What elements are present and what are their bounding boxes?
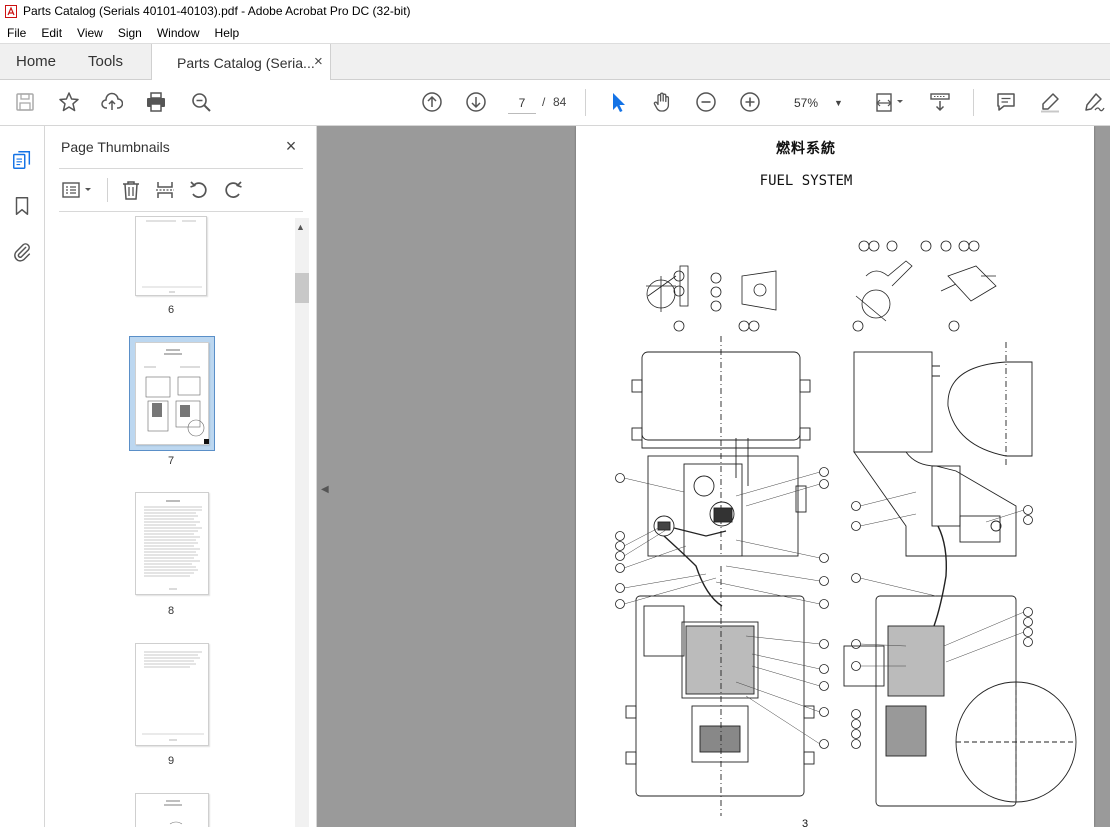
menu-view[interactable]: View [69, 26, 110, 40]
next-page-icon[interactable] [464, 90, 488, 114]
hand-icon[interactable] [650, 90, 674, 114]
rotate-left-icon[interactable] [187, 178, 211, 202]
toolbar-divider [973, 89, 974, 116]
left-rail [0, 126, 45, 827]
window-title: Parts Catalog (Serials 40101-40103).pdf … [23, 4, 411, 18]
scrollbar-track[interactable] [295, 218, 309, 827]
thumbnail-label: 8 [167, 605, 175, 617]
highlight-icon[interactable] [1038, 90, 1062, 114]
zoom-select[interactable]: 57% ▼ [785, 91, 851, 114]
thumbnail-scrollbar[interactable]: ▲ [295, 218, 309, 827]
thumbnail-page-8[interactable] [135, 492, 209, 595]
print-icon[interactable] [144, 90, 168, 114]
title-bar: Parts Catalog (Serials 40101-40103).pdf … [0, 0, 1110, 22]
zoom-search-icon[interactable] [189, 90, 213, 114]
thumbnail-page-10[interactable] [135, 793, 209, 827]
thumbnail-preview [142, 651, 204, 741]
page-number-footer: 3 [802, 818, 809, 827]
toolbar-divider [585, 89, 586, 116]
thumbnail-page-7[interactable] [135, 342, 209, 445]
prev-page-icon[interactable] [420, 90, 444, 114]
tab-document[interactable]: Parts Catalog (Seria... × [151, 44, 331, 81]
main-toolbar: / 84 57% ▼ [0, 80, 1110, 126]
split-page-icon[interactable] [153, 178, 177, 202]
bookmarks-icon[interactable] [10, 194, 34, 218]
page-thumbnails-icon[interactable] [10, 148, 34, 172]
tab-document-label: Parts Catalog (Seria... [177, 55, 315, 71]
upload-icon[interactable] [100, 90, 124, 114]
fuel-system-diagram [615, 240, 1077, 816]
tab-tools[interactable]: Tools [88, 53, 123, 70]
thumbnail-preview [142, 220, 202, 293]
thumbnail-preview [144, 500, 202, 590]
attachments-icon[interactable] [10, 240, 34, 264]
tab-bar: Home Tools Parts Catalog (Seria... × [0, 43, 1110, 81]
thumbnail-label: 9 [167, 755, 175, 767]
page-separator: / [542, 95, 546, 109]
comment-icon[interactable] [994, 90, 1018, 114]
thumbnail-label: 7 [167, 455, 175, 467]
document-viewport[interactable]: ◀ 燃料系統 FUEL SYSTEM 3 [317, 126, 1110, 827]
thumbnails-panel: Page Thumbnails × 6 7 8 9 ▲ [45, 126, 317, 827]
save-icon[interactable] [13, 90, 37, 114]
tab-close-button[interactable]: × [314, 53, 323, 70]
zoom-out-icon[interactable] [694, 90, 718, 114]
page-fit-icon[interactable] [873, 90, 907, 114]
bookmark-star-icon[interactable] [57, 90, 81, 114]
select-cursor-icon[interactable] [606, 90, 630, 114]
menu-window[interactable]: Window [149, 26, 207, 40]
menu-file[interactable]: File [0, 26, 33, 40]
delete-page-icon[interactable] [119, 178, 143, 202]
thumbnail-preview [164, 800, 183, 825]
panel-toolbar-divider [107, 178, 108, 202]
menu-sign[interactable]: Sign [110, 26, 149, 40]
collapse-panel-icon[interactable]: ◀ [321, 484, 329, 495]
panel-divider [59, 168, 303, 169]
page-total: 84 [553, 95, 567, 109]
scroll-up-icon[interactable]: ▲ [296, 222, 305, 232]
chevron-down-icon: ▼ [834, 97, 843, 108]
rotate-right-icon[interactable] [221, 178, 245, 202]
scrollbar-thumb[interactable] [295, 273, 309, 303]
page-number-input[interactable] [508, 92, 536, 114]
tab-home[interactable]: Home [16, 53, 56, 70]
thumbnail-page-6[interactable] [135, 216, 207, 296]
menu-edit[interactable]: Edit [33, 26, 69, 40]
zoom-in-icon[interactable] [738, 90, 762, 114]
panel-close-button[interactable]: × [281, 136, 301, 156]
panel-title: Page Thumbnails [61, 139, 170, 155]
zoom-value: 57% [794, 95, 819, 110]
thumbnail-preview [144, 349, 209, 444]
thumbnail-page-9[interactable] [135, 643, 209, 746]
thumbnail-list: 6 7 8 9 [45, 216, 295, 827]
scroll-mode-icon[interactable] [928, 90, 952, 114]
menu-help[interactable]: Help [207, 26, 247, 40]
pdf-page: 燃料系統 FUEL SYSTEM 3 [576, 126, 1094, 827]
acrobat-logo-icon [5, 4, 17, 18]
thumbnail-options-icon[interactable] [59, 178, 97, 202]
panel-divider [59, 211, 303, 212]
thumbnail-label: 6 [167, 304, 175, 316]
menu-bar: File Edit View Sign Window Help [0, 22, 1110, 43]
sign-icon[interactable] [1082, 90, 1106, 114]
